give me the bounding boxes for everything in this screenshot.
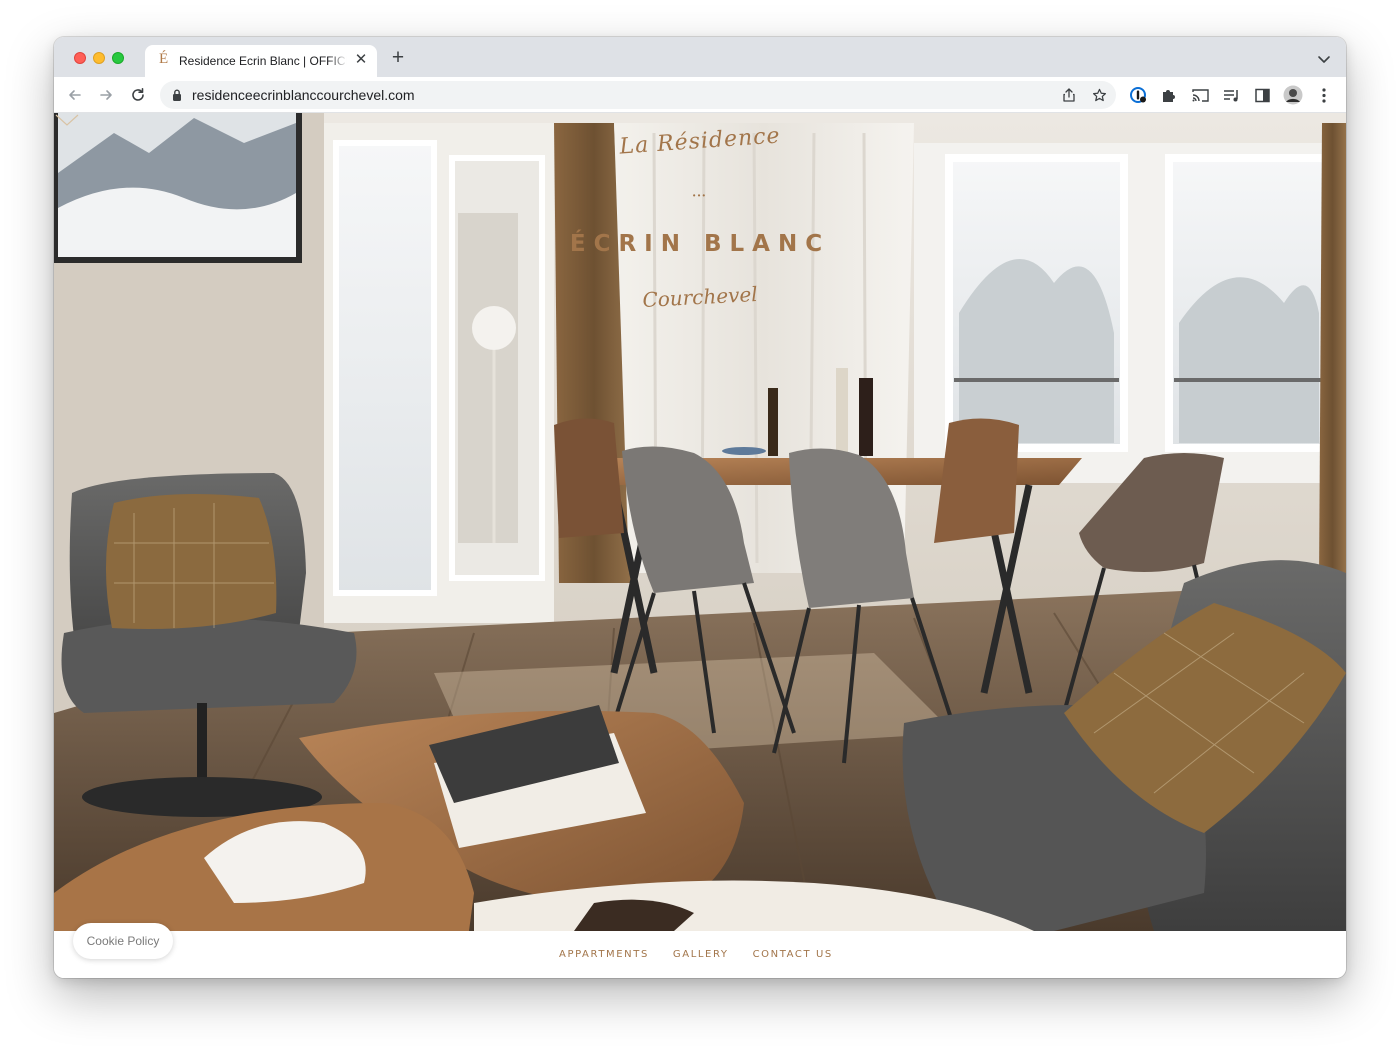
minimize-window-button[interactable] [93,52,105,64]
extensions-puzzle-icon [1163,90,1175,102]
extensions-button[interactable] [1158,84,1180,106]
logo-name: ÉCRIN BLANC [569,231,831,257]
favicon-icon: É [159,51,169,67]
main-navigation: APPARTMENTS GALLERY CONTACT US [54,931,1346,978]
bookmark-button[interactable] [1090,86,1108,104]
tab-list-chevron-icon[interactable] [1316,51,1332,67]
browser-toolbar: residenceecrinblanccourchevel.com [54,77,1346,113]
logo-dots: ••• [692,191,708,200]
extension-1password-icon [1130,87,1146,103]
hero-section: La Résidence ••• ÉCRIN BLANC Courchevel [54,113,1346,931]
browser-window: É Residence Ecrin Blanc | OFFICIAL ✕ + r… [54,37,1346,978]
forward-button[interactable] [95,84,117,106]
share-icon [1063,88,1075,102]
back-icon [69,90,81,100]
bookmark-star-icon [1092,88,1106,101]
share-button[interactable] [1060,86,1078,104]
side-panel-icon [1254,88,1270,102]
tab-title: Residence Ecrin Blanc | OFFICIAL [179,54,347,68]
side-panel-button[interactable] [1251,84,1273,106]
reload-icon [132,88,144,101]
active-tab[interactable]: É Residence Ecrin Blanc | OFFICIAL ✕ [145,45,377,77]
back-button[interactable] [64,84,86,106]
media-queue-icon [1223,89,1238,101]
cast-button[interactable] [1189,84,1211,106]
new-tab-icon[interactable]: + [389,47,407,68]
scroll-down-chevron-icon[interactable] [54,113,80,127]
tab-close-icon[interactable]: ✕ [353,52,369,68]
media-queue-button[interactable] [1220,84,1242,106]
profile-avatar [1283,85,1303,105]
nav-link-appartments[interactable]: APPARTMENTS [559,949,649,960]
address-bar[interactable]: residenceecrinblanccourchevel.com [160,81,1116,109]
logo-script-line: La Résidence [618,123,782,160]
more-menu-icon [1322,87,1326,103]
reload-button[interactable] [127,84,149,106]
cast-icon [1191,88,1209,102]
brand-logo[interactable]: La Résidence ••• ÉCRIN BLANC Courchevel [544,123,856,323]
tab-strip: É Residence Ecrin Blanc | OFFICIAL ✕ + [54,37,1346,77]
close-window-button[interactable] [74,52,86,64]
zoom-window-button[interactable] [112,52,124,64]
forward-icon [100,90,112,100]
extension-1password-button[interactable] [1127,84,1149,106]
profile-button[interactable] [1282,84,1304,106]
url-text[interactable]: residenceecrinblanccourchevel.com [192,87,415,103]
nav-links: APPARTMENTS GALLERY CONTACT US [559,949,833,960]
more-menu-button[interactable] [1313,84,1335,106]
cookie-policy-button[interactable]: Cookie Policy [73,923,173,959]
nav-link-contact-us[interactable]: CONTACT US [753,949,833,960]
lock-icon[interactable] [172,89,182,101]
logo-place: Courchevel [641,282,759,312]
nav-link-gallery[interactable]: GALLERY [673,949,729,960]
